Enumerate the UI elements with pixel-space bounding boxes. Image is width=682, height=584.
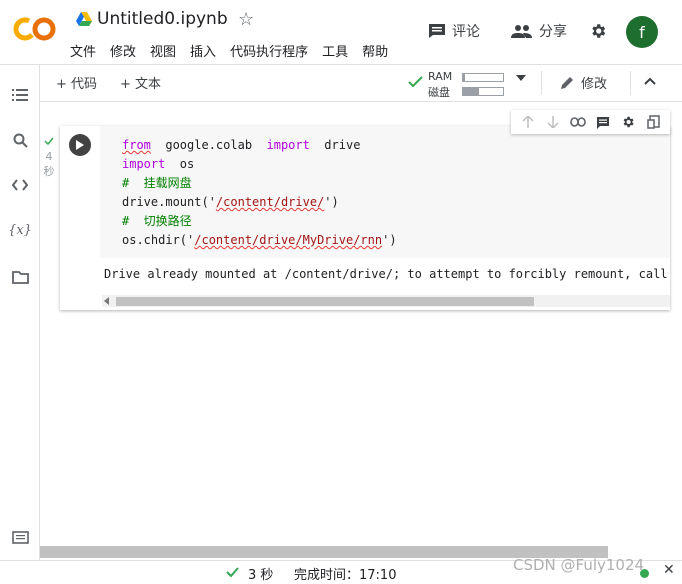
code-token: from	[122, 138, 151, 152]
collapse-button[interactable]	[644, 77, 656, 85]
runtime-dropdown[interactable]	[516, 75, 526, 81]
cell-output: Drive already mounted at /content/drive/…	[104, 267, 668, 281]
menubar: 文件 修改 视图 插入 代码执行程序 工具 帮助	[70, 41, 388, 60]
colab-logo[interactable]	[12, 12, 58, 46]
menu-view[interactable]: 视图	[150, 41, 176, 60]
settings-button[interactable]	[589, 22, 607, 40]
chevron-up-icon	[644, 77, 656, 85]
mirror-cell-icon[interactable]	[644, 113, 662, 131]
execution-meta: 4 秒	[40, 134, 58, 179]
table-of-contents-icon[interactable]	[10, 85, 30, 105]
code-line: drive.mount('/content/drive/')	[122, 195, 339, 209]
caret-down-icon	[516, 75, 526, 81]
check-icon	[226, 567, 239, 577]
comment-icon	[429, 24, 445, 38]
disk-bar	[462, 87, 504, 96]
play-icon	[76, 140, 84, 150]
variables-icon[interactable]: {x}	[8, 220, 32, 240]
edit-label: 修改	[581, 77, 608, 92]
code-token: import	[122, 157, 166, 171]
code-token: import	[266, 138, 310, 152]
terminal-icon[interactable]	[10, 527, 30, 547]
code-token: /content/drive/	[215, 195, 325, 209]
status-duration: 3 秒	[248, 568, 274, 583]
move-down-icon[interactable]	[544, 113, 562, 131]
watermark: CSDN @Fuly1024	[513, 556, 645, 574]
share-button[interactable]: 分享	[511, 21, 567, 41]
scroll-left-arrow[interactable]	[104, 297, 109, 305]
menu-help[interactable]: 帮助	[362, 41, 388, 60]
check-icon	[408, 76, 423, 88]
menu-file[interactable]: 文件	[70, 41, 96, 60]
pencil-icon	[561, 77, 573, 89]
notebook-toolbar: + 代码 + 文本 RAM 磁盘 修改	[40, 65, 682, 102]
menu-edit[interactable]: 修改	[110, 41, 136, 60]
cell-toolbar	[511, 110, 670, 134]
gear-icon	[592, 24, 606, 38]
add-text-button[interactable]: + 文本	[120, 73, 161, 92]
comments-label: 评论	[452, 24, 480, 40]
ram-label: RAM	[428, 70, 453, 83]
code-content[interactable]: from google.colab import drive import os #…	[122, 136, 397, 250]
menu-insert[interactable]: 插入	[190, 41, 216, 60]
avatar[interactable]: f	[626, 16, 658, 48]
ram-fill	[463, 74, 465, 81]
add-code-button[interactable]: + 代码	[56, 73, 97, 92]
menu-runtime[interactable]: 代码执行程序	[230, 41, 308, 60]
code-cell[interactable]: from google.colab import drive import os #…	[60, 126, 670, 310]
close-icon[interactable]: ✕	[663, 562, 675, 578]
toolbar-divider	[541, 71, 542, 95]
ram-bar	[462, 73, 504, 82]
folder-icon[interactable]	[10, 267, 30, 287]
people-icon	[511, 25, 532, 38]
star-icon[interactable]: ☆	[238, 9, 254, 30]
left-rail: {x}	[0, 65, 40, 560]
share-label: 分享	[539, 24, 567, 40]
code-line: os.chdir('/content/drive/MyDrive/rnn')	[122, 233, 397, 247]
link-icon[interactable]	[569, 113, 587, 131]
edit-button[interactable]: 修改	[560, 73, 607, 92]
move-up-icon[interactable]	[519, 113, 537, 131]
output-scrollbar[interactable]	[102, 295, 670, 307]
code-line: # 挂载网盘	[122, 176, 192, 190]
exec-time-unit: 秒	[43, 165, 55, 178]
status-completed-time: 完成时间：17:10	[294, 568, 397, 583]
disk-label: 磁盘	[428, 86, 450, 99]
code-token: /content/drive/MyDrive/rnn	[194, 233, 383, 247]
header: Untitled0.ipynb ☆ 文件 修改 视图 插入 代码执行程序 工具 …	[0, 0, 682, 65]
exec-time-number: 4	[45, 150, 53, 163]
notebook-title[interactable]: Untitled0.ipynb	[97, 9, 228, 29]
resource-monitor[interactable]: RAM 磁盘	[408, 68, 508, 99]
comment-icon[interactable]	[594, 113, 612, 131]
code-line: # 切换路径	[122, 214, 192, 228]
menu-tools[interactable]: 工具	[322, 41, 348, 60]
comments-button[interactable]: 评论	[428, 21, 480, 41]
search-icon[interactable]	[10, 130, 30, 150]
google-drive-icon[interactable]	[76, 12, 92, 27]
disk-fill	[463, 88, 479, 95]
code-line: import os	[122, 157, 195, 171]
code-line: from google.colab import drive	[122, 138, 361, 152]
gear-icon[interactable]	[619, 113, 637, 131]
run-cell-button[interactable]	[69, 134, 91, 156]
check-icon	[44, 137, 54, 146]
code-snippets-icon[interactable]	[10, 175, 30, 195]
toolbar-divider-2	[630, 71, 631, 95]
scrollbar-thumb[interactable]	[116, 297, 534, 306]
